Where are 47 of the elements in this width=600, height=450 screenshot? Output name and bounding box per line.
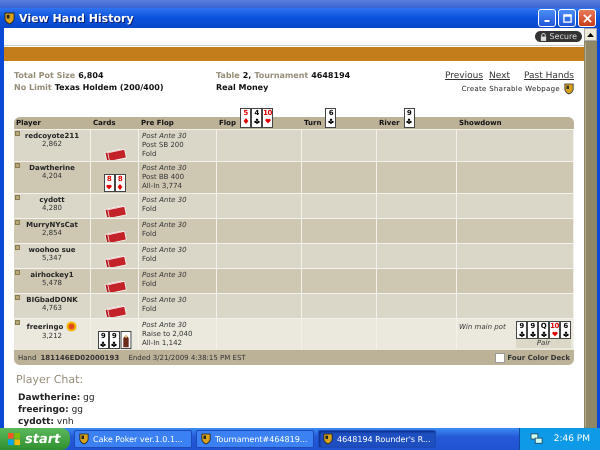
lock-icon	[540, 32, 548, 41]
window-title: View Hand History	[19, 12, 135, 24]
row-marker-icon[interactable]	[15, 195, 20, 200]
nav-link[interactable]: Previous	[444, 71, 484, 82]
minimize-icon	[544, 20, 550, 22]
minimize-button[interactable]	[538, 9, 556, 27]
row-marker-icon[interactable]	[15, 163, 20, 168]
shield-icon[interactable]	[564, 83, 574, 96]
scrollbar[interactable]	[584, 28, 597, 428]
row-marker-icon[interactable]	[15, 220, 20, 225]
maximize-icon	[562, 14, 572, 22]
chat-message: Dawtherine: gg	[17, 392, 96, 404]
maximize-button[interactable]	[558, 9, 576, 27]
money-type: Real Money	[216, 83, 268, 92]
row-marker-icon[interactable]	[15, 320, 20, 325]
pot-value: 6,804	[78, 71, 104, 80]
taskbar-button[interactable]: Cake Poker ver.1.0.1...	[74, 430, 192, 448]
pot-label: Total Pot Size	[14, 71, 76, 80]
network-icon[interactable]	[530, 433, 544, 445]
chat-message: freeringo: gg	[17, 404, 84, 416]
tournament-value: 4648194	[311, 71, 350, 80]
nav-link[interactable]: Next	[489, 71, 510, 82]
chat-title: Player Chat:	[16, 373, 84, 386]
tournament-label: Tournament	[254, 71, 308, 80]
taskbar-button[interactable]: Tournament#464819...	[196, 430, 314, 448]
row-marker-icon[interactable]	[15, 295, 20, 300]
shield-icon	[79, 433, 89, 445]
row-marker-icon[interactable]	[15, 245, 20, 250]
table-value: 2,	[242, 71, 252, 80]
game-label: No Limit	[14, 83, 52, 92]
row-marker-icon[interactable]	[15, 131, 20, 136]
table-label: Table	[216, 71, 240, 80]
close-button[interactable]	[578, 9, 596, 27]
shield-icon	[4, 12, 15, 24]
shield-icon	[323, 433, 333, 445]
four-color-checkbox[interactable]	[495, 352, 506, 362]
clock: 2:46 PM	[554, 434, 590, 444]
scroll-up-icon[interactable]	[587, 32, 594, 37]
nav-link[interactable]: Past Hands	[524, 71, 574, 82]
row-marker-icon[interactable]	[15, 270, 20, 275]
shield-icon	[201, 433, 211, 445]
close-icon	[582, 14, 592, 22]
game-value: Texas Holdem (200/400)	[54, 83, 164, 92]
windows-logo-icon	[8, 432, 21, 446]
taskbar-button[interactable]: 4648194 Rounder's R...	[318, 430, 436, 448]
chat-message: cydott: vnh	[17, 416, 75, 428]
secure-label: Secure	[549, 32, 577, 42]
